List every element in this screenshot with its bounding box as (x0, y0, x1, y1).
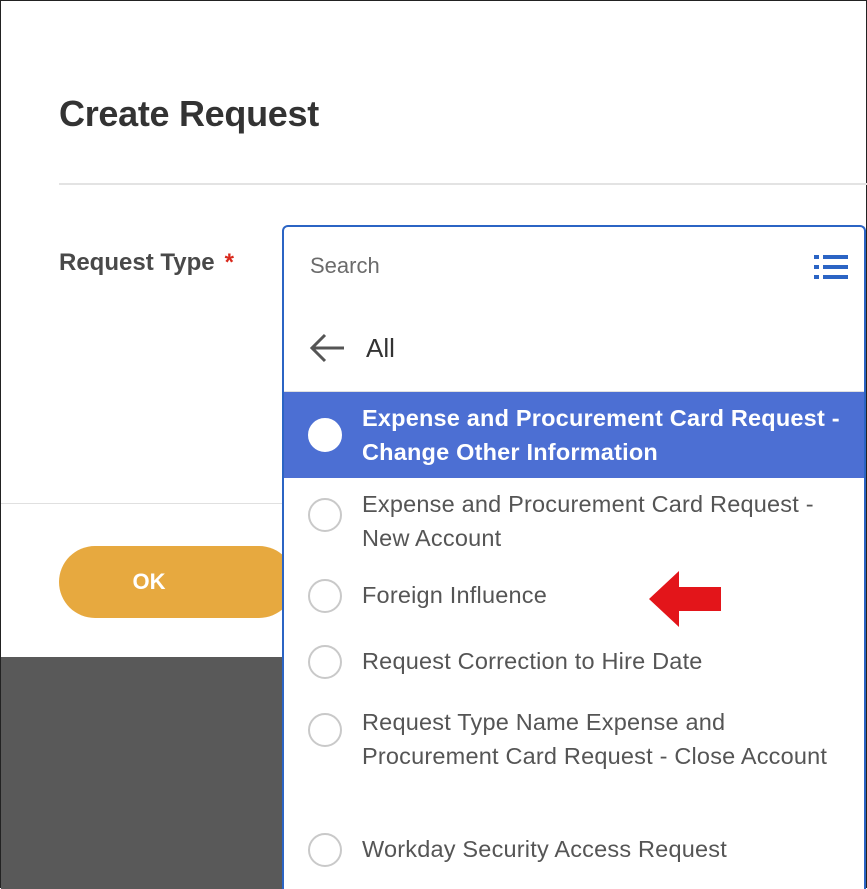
option-label: Expense and Procurement Card Request - N… (362, 491, 814, 551)
option-expense-change-other-info[interactable]: Expense and Procurement Card Request - C… (284, 392, 864, 478)
ok-button-label: OK (132, 569, 166, 594)
radio-button[interactable] (308, 418, 342, 452)
request-type-dropdown: All Expense and Procurement Card Request… (282, 305, 866, 889)
overlay-background (1, 657, 283, 889)
radio-button[interactable] (308, 579, 342, 613)
request-type-label-text: Request Type (59, 249, 215, 276)
option-label: Foreign Influence (362, 582, 547, 608)
title-divider (59, 183, 867, 185)
arrow-left-icon[interactable] (308, 333, 346, 363)
option-close-account[interactable]: Request Type Name Expense and Procuremen… (284, 696, 864, 816)
option-label: Workday Security Access Request (362, 836, 727, 862)
option-request-correction-hire-date[interactable]: Request Correction to Hire Date (284, 630, 864, 696)
option-label: Request Type Name Expense and Procuremen… (362, 709, 828, 769)
radio-button[interactable] (308, 713, 342, 747)
option-label: Expense and Procurement Card Request - C… (362, 405, 840, 465)
request-type-search-box[interactable] (282, 225, 866, 305)
option-workday-security-access[interactable]: Workday Security Access Request (284, 816, 864, 882)
option-foreign-influence[interactable]: Foreign Influence (284, 564, 864, 630)
ok-button[interactable]: OK (59, 546, 295, 618)
back-to-all[interactable]: All (284, 305, 864, 392)
footer-divider (1, 503, 283, 504)
radio-button[interactable] (308, 498, 342, 532)
required-marker: * (224, 249, 234, 276)
dialog-title: Create Request (59, 93, 319, 134)
back-label: All (366, 332, 395, 363)
red-arrow-icon (649, 571, 721, 627)
request-type-label: Request Type * (59, 249, 234, 277)
dialog: Create Request Request Type * OK All (0, 0, 867, 889)
radio-button[interactable] (308, 833, 342, 867)
list-icon[interactable] (814, 253, 848, 281)
radio-button[interactable] (308, 645, 342, 679)
option-expense-new-account[interactable]: Expense and Procurement Card Request - N… (284, 478, 864, 564)
option-label: Request Correction to Hire Date (362, 648, 703, 674)
search-input[interactable] (310, 253, 750, 279)
